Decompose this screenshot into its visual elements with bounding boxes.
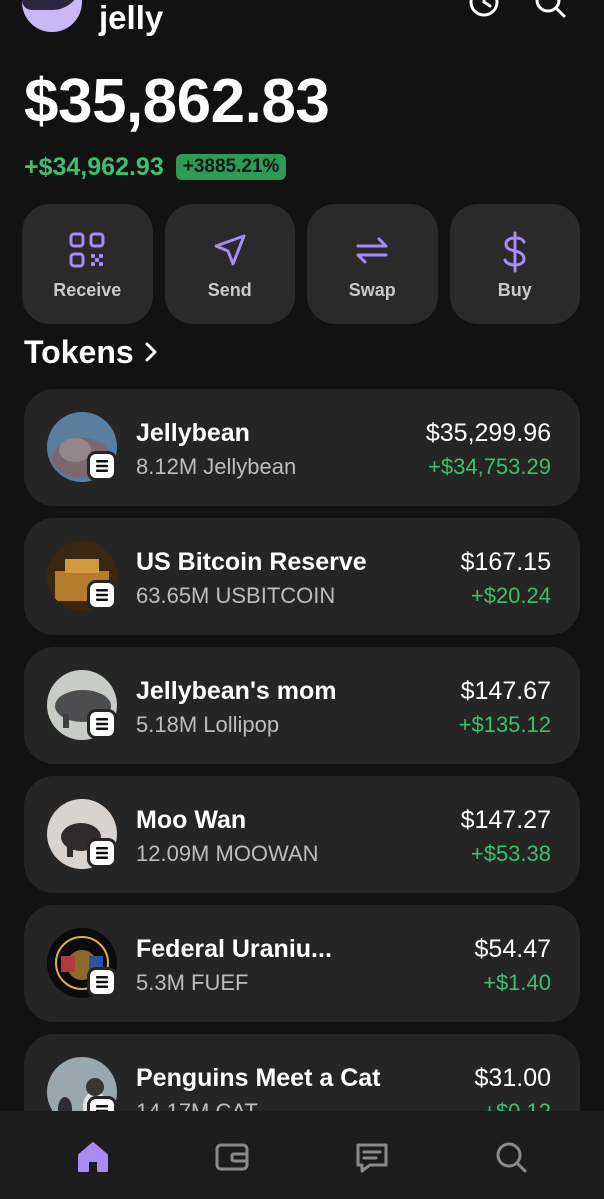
token-amount: 14.17M CAT	[136, 1099, 258, 1111]
token-value: $31.00	[474, 1064, 551, 1092]
token-amount: 5.18M Lollipop	[136, 712, 280, 737]
tokens-section-header[interactable]: Tokens	[24, 330, 158, 374]
bottom-tab-bar	[0, 1111, 604, 1199]
chevron-right-icon	[145, 342, 157, 362]
solana-badge	[87, 451, 117, 481]
solana-badge	[87, 1096, 117, 1111]
token-name: US Bitcoin Reserve	[136, 548, 367, 576]
search-icon[interactable]	[532, 0, 568, 20]
token-gain: +$0.12	[483, 1099, 551, 1111]
swap-label: Swap	[348, 280, 396, 300]
change-amount: +$34,962.93	[24, 152, 164, 181]
send-button[interactable]: Send	[164, 204, 295, 324]
token-amount: 12.09M MOOWAN	[136, 841, 319, 866]
token-row[interactable]: Moo Wan 12.09M MOOWAN $147.27 +$53.38	[24, 776, 580, 893]
token-row[interactable]: Federal Uraniu... 5.3M FUEF $54.47 +$1.4…	[24, 905, 580, 1022]
portfolio-change: +$34,962.93 +3885.21%	[24, 152, 287, 182]
token-amount: 8.12M Jellybean	[136, 454, 297, 479]
token-value: $167.15	[460, 548, 551, 576]
solana-badge	[87, 967, 117, 997]
token-name: Jellybean's mom	[136, 677, 337, 705]
qr-code-icon	[69, 232, 105, 268]
solana-icon	[96, 1105, 108, 1111]
token-gain: +$53.38	[470, 841, 551, 866]
token-list: Jellybean 8.12M Jellybean $35,299.96 +$3…	[24, 389, 580, 1111]
receive-button[interactable]: Receive	[22, 204, 153, 324]
home-icon[interactable]	[73, 1137, 113, 1177]
account-name[interactable]: jelly	[99, 0, 163, 38]
search-icon[interactable]	[491, 1137, 531, 1177]
avatar-hood	[22, 0, 82, 10]
token-value: $54.47	[474, 935, 551, 963]
token-row[interactable]: Jellybean's mom 5.18M Lollipop $147.67 +…	[24, 647, 580, 764]
header: >< jelly	[0, 0, 604, 50]
solana-badge	[87, 838, 117, 868]
token-value: $147.67	[460, 677, 551, 705]
token-amount: 5.3M FUEF	[136, 970, 249, 995]
token-amount: 63.65M USBITCOIN	[136, 583, 336, 608]
token-row[interactable]: US Bitcoin Reserve 63.65M USBITCOIN $167…	[24, 518, 580, 635]
chat-icon[interactable]	[352, 1137, 392, 1177]
wallet-icon[interactable]	[212, 1137, 252, 1177]
token-row[interactable]: Penguins Meet a Cat 14.17M CAT $31.00 +$…	[24, 1034, 580, 1111]
buy-button[interactable]: Buy	[449, 204, 580, 324]
token-gain: +$34,753.29	[428, 454, 551, 479]
token-gain: +$1.40	[483, 970, 551, 995]
send-label: Send	[207, 280, 252, 300]
dollar-icon	[503, 231, 526, 273]
solana-badge	[87, 580, 117, 610]
receive-label: Receive	[53, 280, 122, 300]
token-value: $147.27	[460, 806, 551, 834]
token-name: Jellybean	[136, 419, 250, 447]
token-name: Penguins Meet a Cat	[136, 1064, 381, 1092]
solana-badge	[87, 709, 117, 739]
solana-icon	[96, 976, 108, 988]
swap-arrows-icon	[356, 237, 388, 264]
solana-icon	[96, 847, 108, 859]
send-arrow-icon	[214, 234, 246, 266]
portfolio-balance: $35,862.83	[24, 67, 330, 136]
solana-icon	[96, 718, 108, 730]
change-percent-badge: +3885.21%	[175, 154, 287, 180]
action-buttons: Receive Send Swap Buy	[22, 204, 580, 324]
solana-icon	[96, 589, 108, 601]
account-avatar[interactable]: ><	[22, 0, 82, 32]
token-row[interactable]: Jellybean 8.12M Jellybean $35,299.96 +$3…	[24, 389, 580, 506]
token-value: $35,299.96	[425, 419, 551, 447]
clock-icon[interactable]	[466, 0, 502, 20]
token-name: Moo Wan	[136, 806, 247, 834]
token-gain: +$135.12	[458, 712, 551, 737]
tokens-title: Tokens	[24, 333, 134, 370]
swap-button[interactable]: Swap	[307, 204, 438, 324]
solana-icon	[96, 460, 108, 472]
buy-label: Buy	[497, 280, 532, 300]
token-gain: +$20.24	[470, 583, 551, 608]
token-name: Federal Uraniu...	[136, 935, 332, 963]
